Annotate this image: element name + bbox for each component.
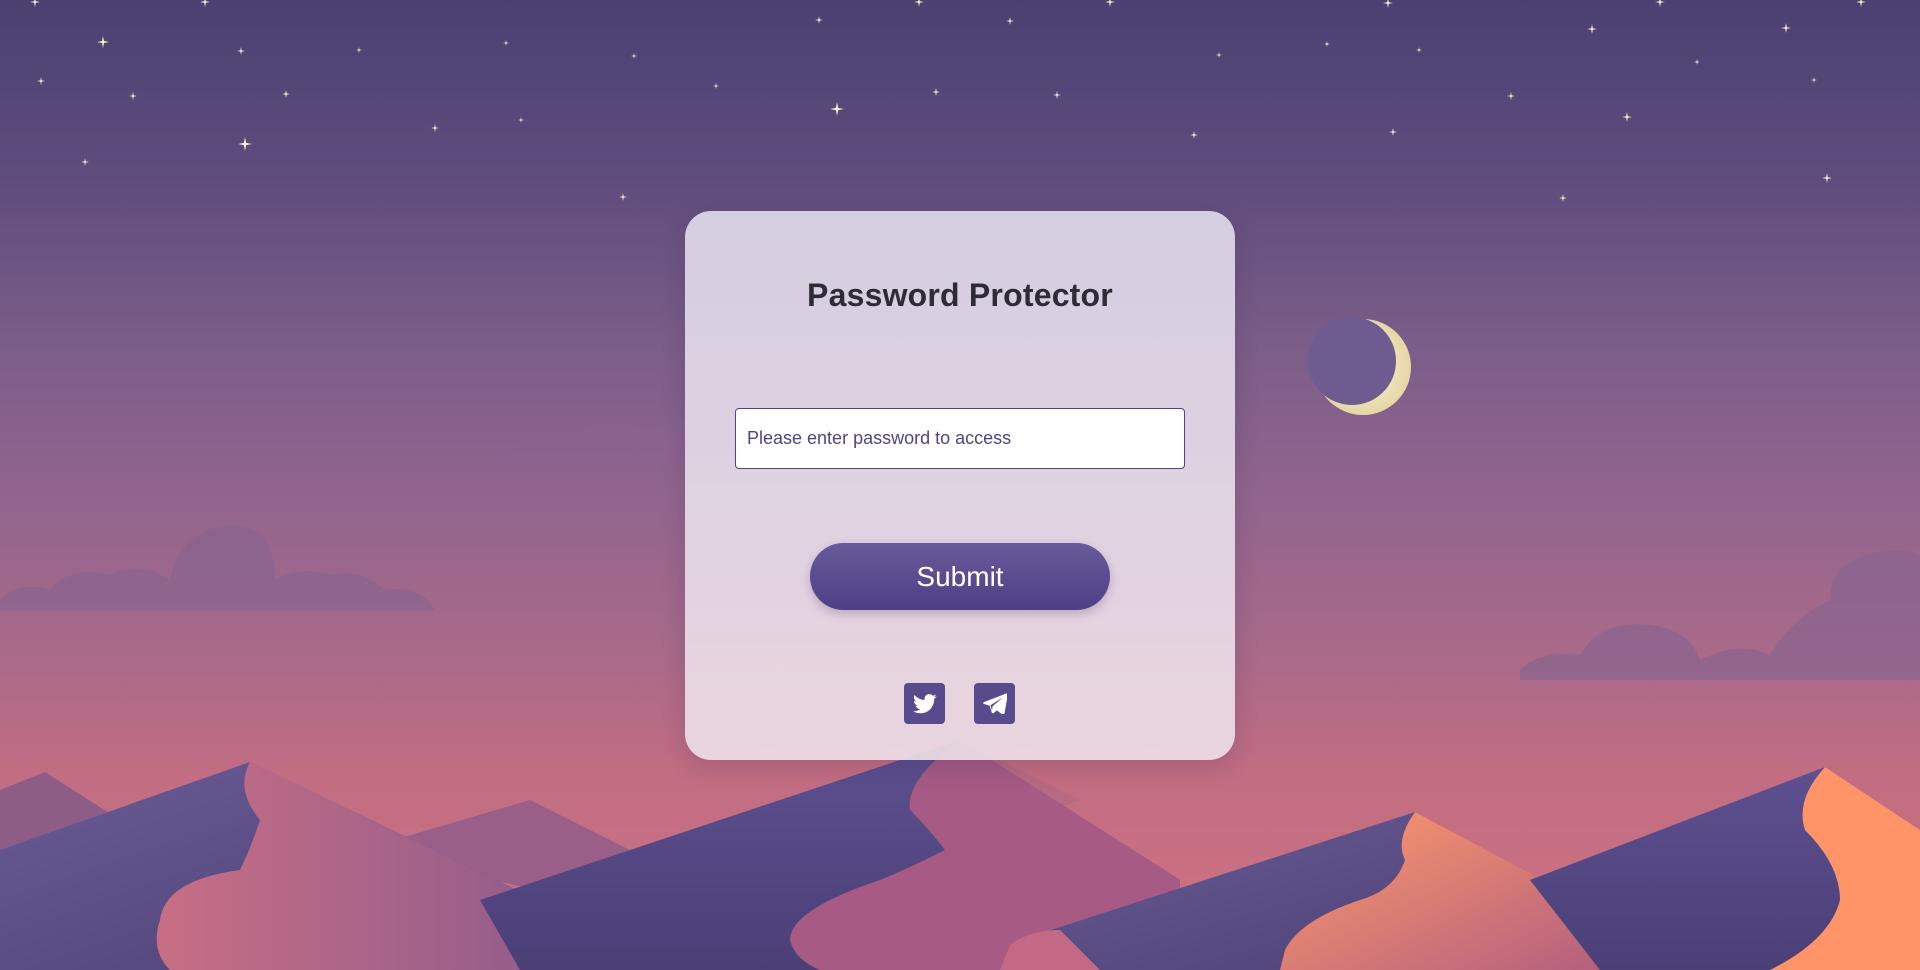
background-scene: Password Protector Submit <box>0 0 1920 970</box>
password-input[interactable] <box>735 408 1185 469</box>
password-card: Password Protector Submit <box>685 211 1235 760</box>
front-dunes <box>0 740 1920 970</box>
page-title: Password Protector <box>807 277 1113 313</box>
stars <box>30 0 1866 202</box>
moon <box>1308 317 1411 415</box>
submit-button[interactable]: Submit <box>810 543 1110 610</box>
twitter-icon <box>912 693 937 713</box>
twitter-button[interactable] <box>904 683 945 724</box>
telegram-button[interactable] <box>974 683 1015 724</box>
telegram-icon <box>982 693 1007 714</box>
